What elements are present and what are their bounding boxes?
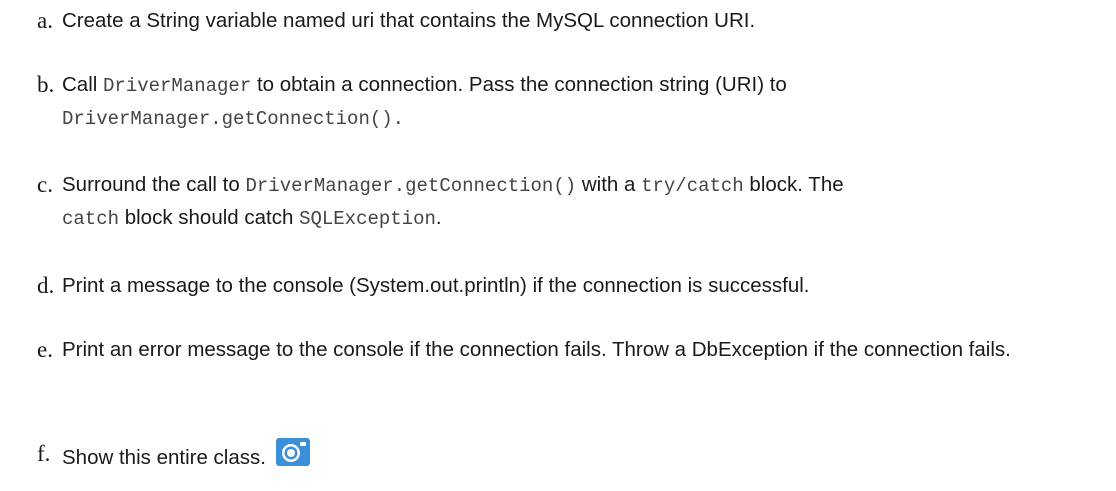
list-item-text: Show this entire class. — [62, 438, 1107, 474]
text-segment: to obtain a connection. Pass the connect… — [251, 73, 787, 96]
code-segment: DriverManager — [103, 75, 252, 97]
list-item-text: Create a String variable named uri that … — [62, 5, 1107, 37]
code-segment: try/catch — [641, 175, 744, 197]
camera-icon-graphic — [275, 438, 310, 466]
text-segment: Create a String variable named uri that … — [62, 9, 756, 32]
list-marker: b. — [37, 72, 55, 97]
code-segment: DriverManager.getConnection() — [245, 175, 577, 197]
code-segment: DriverManager.getConnection(). — [62, 108, 405, 130]
code-segment: catch — [62, 208, 120, 230]
text-segment: block. The — [743, 173, 844, 196]
list-item-text: Print an error message to the console if… — [62, 334, 1107, 366]
camera-icon[interactable] — [275, 438, 310, 466]
text-segment: Show this entire class. — [62, 446, 266, 469]
text-segment: Surround the call to — [62, 173, 246, 196]
list-item-text: Surround the call to DriverManager.getCo… — [62, 169, 1107, 235]
list-marker: f. — [37, 441, 51, 466]
list-marker: e. — [37, 337, 53, 362]
list-marker: c. — [37, 172, 53, 197]
text-segment: Print an error message to the console if… — [62, 338, 1011, 361]
text-segment: with a — [576, 173, 642, 196]
list-item-text: Print a message to the console (System.o… — [62, 270, 1107, 302]
list-marker: a. — [37, 8, 53, 33]
text-segment: block should catch — [119, 206, 300, 229]
text-segment: Print a message to the console (System.o… — [62, 274, 810, 297]
text-segment: Call — [62, 73, 104, 96]
text-segment: . — [435, 206, 442, 229]
list-marker: d. — [37, 273, 55, 298]
list-item-text: Call DriverManager to obtain a connectio… — [62, 69, 1107, 135]
code-segment: SQLException — [299, 208, 436, 230]
